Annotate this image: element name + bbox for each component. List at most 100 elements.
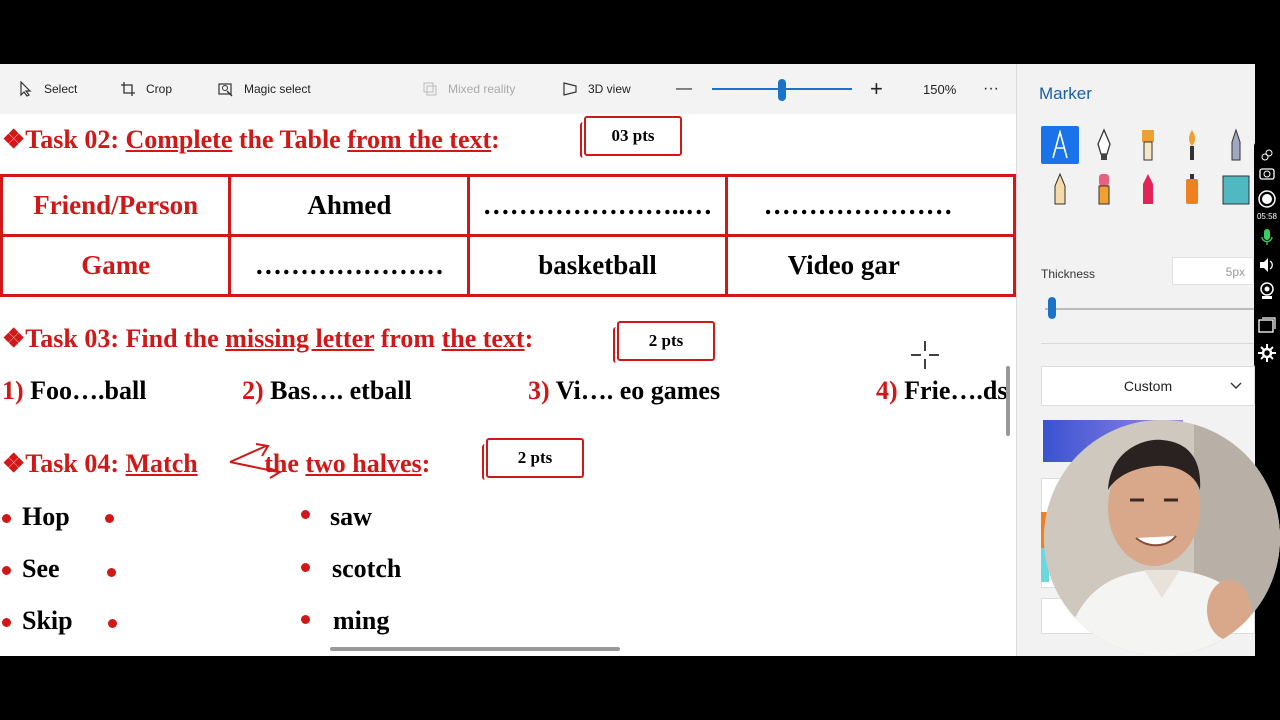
eraser-icon xyxy=(1098,174,1110,205)
more-icon: ··· xyxy=(983,80,999,97)
crosshair-cursor-icon xyxy=(911,341,939,369)
spray-can-brush[interactable] xyxy=(1173,170,1211,208)
panel-divider xyxy=(1041,343,1255,344)
microphone-button[interactable] xyxy=(1258,228,1276,246)
mixed-reality-tool[interactable]: Mixed reality xyxy=(422,64,515,114)
table-cell: Ahmed xyxy=(228,174,471,237)
paint3d-toolbar: Select Crop Magic select Mixed reality 3… xyxy=(0,64,1016,114)
right-word: ming xyxy=(333,606,390,635)
crop-tool[interactable]: Crop xyxy=(120,64,172,114)
table-cell: …………………..… xyxy=(467,174,728,237)
task03-word1: missing letter xyxy=(225,324,375,353)
pixel-pen-icon xyxy=(1231,128,1241,161)
question-number: 3) xyxy=(528,376,550,405)
question-number: 1) xyxy=(2,376,24,405)
match-dot[interactable] xyxy=(105,514,114,523)
bullet xyxy=(2,566,11,575)
crayon-brush[interactable] xyxy=(1129,170,1167,208)
letterbox-bottom xyxy=(0,656,1280,720)
match-dot[interactable] xyxy=(301,563,310,572)
friend-game-table: Friend/Person Ahmed …………………..… ………………… G… xyxy=(0,174,1016,297)
left-word: See xyxy=(22,554,60,583)
calligraphy-pen-brush[interactable] xyxy=(1085,126,1123,164)
more-button[interactable]: ··· xyxy=(983,64,999,114)
zoom-out-icon: — xyxy=(676,80,692,97)
oil-brush-icon xyxy=(1142,130,1154,161)
table-cell: ………………… xyxy=(724,174,1016,237)
left-word: Hop xyxy=(22,502,70,531)
eraser-brush[interactable] xyxy=(1085,170,1123,208)
question-number: 4) xyxy=(876,376,898,405)
select-tool[interactable]: Select xyxy=(18,64,77,114)
task04-heading: ❖Task 04: Match the two halves: xyxy=(2,449,430,479)
question-text: Bas…. etball xyxy=(263,376,412,405)
select-label: Select xyxy=(44,82,78,96)
record-icon xyxy=(1258,190,1276,208)
table-row: Game ………………… basketball Video gar xyxy=(0,234,1016,297)
task04-colon: : xyxy=(421,449,431,478)
fill-brush[interactable] xyxy=(1217,170,1255,208)
view3d-label: 3D view xyxy=(588,82,631,96)
panel-title: Marker xyxy=(1039,84,1092,103)
question-item: 4) Frie….ds xyxy=(876,376,1007,406)
oil-brush[interactable] xyxy=(1129,126,1167,164)
thickness-slider-track[interactable] xyxy=(1045,308,1255,310)
recording-time: 05:58 xyxy=(1256,212,1278,221)
table-cell: Game xyxy=(0,234,232,297)
task04-word3: two halves xyxy=(305,449,422,478)
spray-can-icon xyxy=(1186,174,1198,204)
pencil-brush[interactable] xyxy=(1041,170,1079,208)
webcam-overlay xyxy=(1044,420,1280,656)
pixel-pen-brush[interactable] xyxy=(1217,126,1255,164)
microphone-icon xyxy=(1261,229,1273,245)
match-dot[interactable] xyxy=(107,568,116,577)
record-button[interactable] xyxy=(1258,190,1276,208)
link-icon xyxy=(1261,149,1273,161)
capture-toolbar: 05:58 xyxy=(1254,142,1280,368)
webcam-button[interactable] xyxy=(1258,282,1276,300)
task02-colon: : xyxy=(491,125,500,154)
speaker-button[interactable] xyxy=(1258,256,1276,274)
zoom-out-button[interactable]: — xyxy=(676,64,692,114)
color-mode-dropdown[interactable]: Custom xyxy=(1041,366,1255,406)
document-canvas[interactable]: ❖Task 02: Complete the Table from the te… xyxy=(0,114,1016,656)
window-capture-button[interactable] xyxy=(1258,316,1276,334)
mixed-reality-label: Mixed reality xyxy=(448,82,516,96)
screenshot-button[interactable] xyxy=(1258,164,1276,182)
marker-icon xyxy=(1052,130,1068,159)
task02-points-box: 03 pts xyxy=(580,116,682,158)
match-dot[interactable] xyxy=(108,619,117,628)
select-cursor-icon xyxy=(20,81,32,97)
marker-brush[interactable] xyxy=(1041,126,1079,164)
zoom-slider-thumb[interactable] xyxy=(778,79,786,101)
magic-select-icon xyxy=(218,83,233,97)
capture-link-button[interactable] xyxy=(1258,146,1276,164)
settings-button[interactable] xyxy=(1258,344,1276,362)
question-item: 3) Vi…. eo games xyxy=(528,376,720,406)
match-dot[interactable] xyxy=(301,510,310,519)
view3d-tool[interactable]: 3D view xyxy=(562,64,631,114)
magic-select-tool[interactable]: Magic select xyxy=(218,64,311,114)
question-text: Frie….ds xyxy=(897,376,1008,405)
task03-heading: ❖Task 03: Find the missing letter from t… xyxy=(2,324,533,354)
question-item: 2) Bas…. etball xyxy=(242,376,412,406)
thickness-label: Thickness xyxy=(1041,267,1096,281)
zoom-in-icon: + xyxy=(870,76,883,101)
horizontal-scrollbar[interactable] xyxy=(330,647,620,651)
task03-word3: the text xyxy=(441,324,525,353)
match-arrows-icon xyxy=(229,443,282,479)
thickness-input[interactable]: 5px xyxy=(1172,257,1254,285)
right-word: saw xyxy=(330,502,372,531)
thickness-slider-thumb[interactable] xyxy=(1048,297,1056,319)
gear-icon xyxy=(1258,344,1276,362)
table-cell: basketball xyxy=(467,234,728,297)
table-cell: Video gar xyxy=(724,234,1016,297)
view3d-icon xyxy=(563,82,577,96)
watercolor-brush-icon xyxy=(1189,130,1195,160)
zoom-in-button[interactable]: + xyxy=(870,64,883,114)
watercolor-brush[interactable] xyxy=(1173,126,1211,164)
vertical-scrollbar[interactable] xyxy=(1006,366,1010,436)
match-dot[interactable] xyxy=(301,615,310,624)
window-icon xyxy=(1258,317,1276,333)
calligraphy-pen-icon xyxy=(1097,128,1111,160)
